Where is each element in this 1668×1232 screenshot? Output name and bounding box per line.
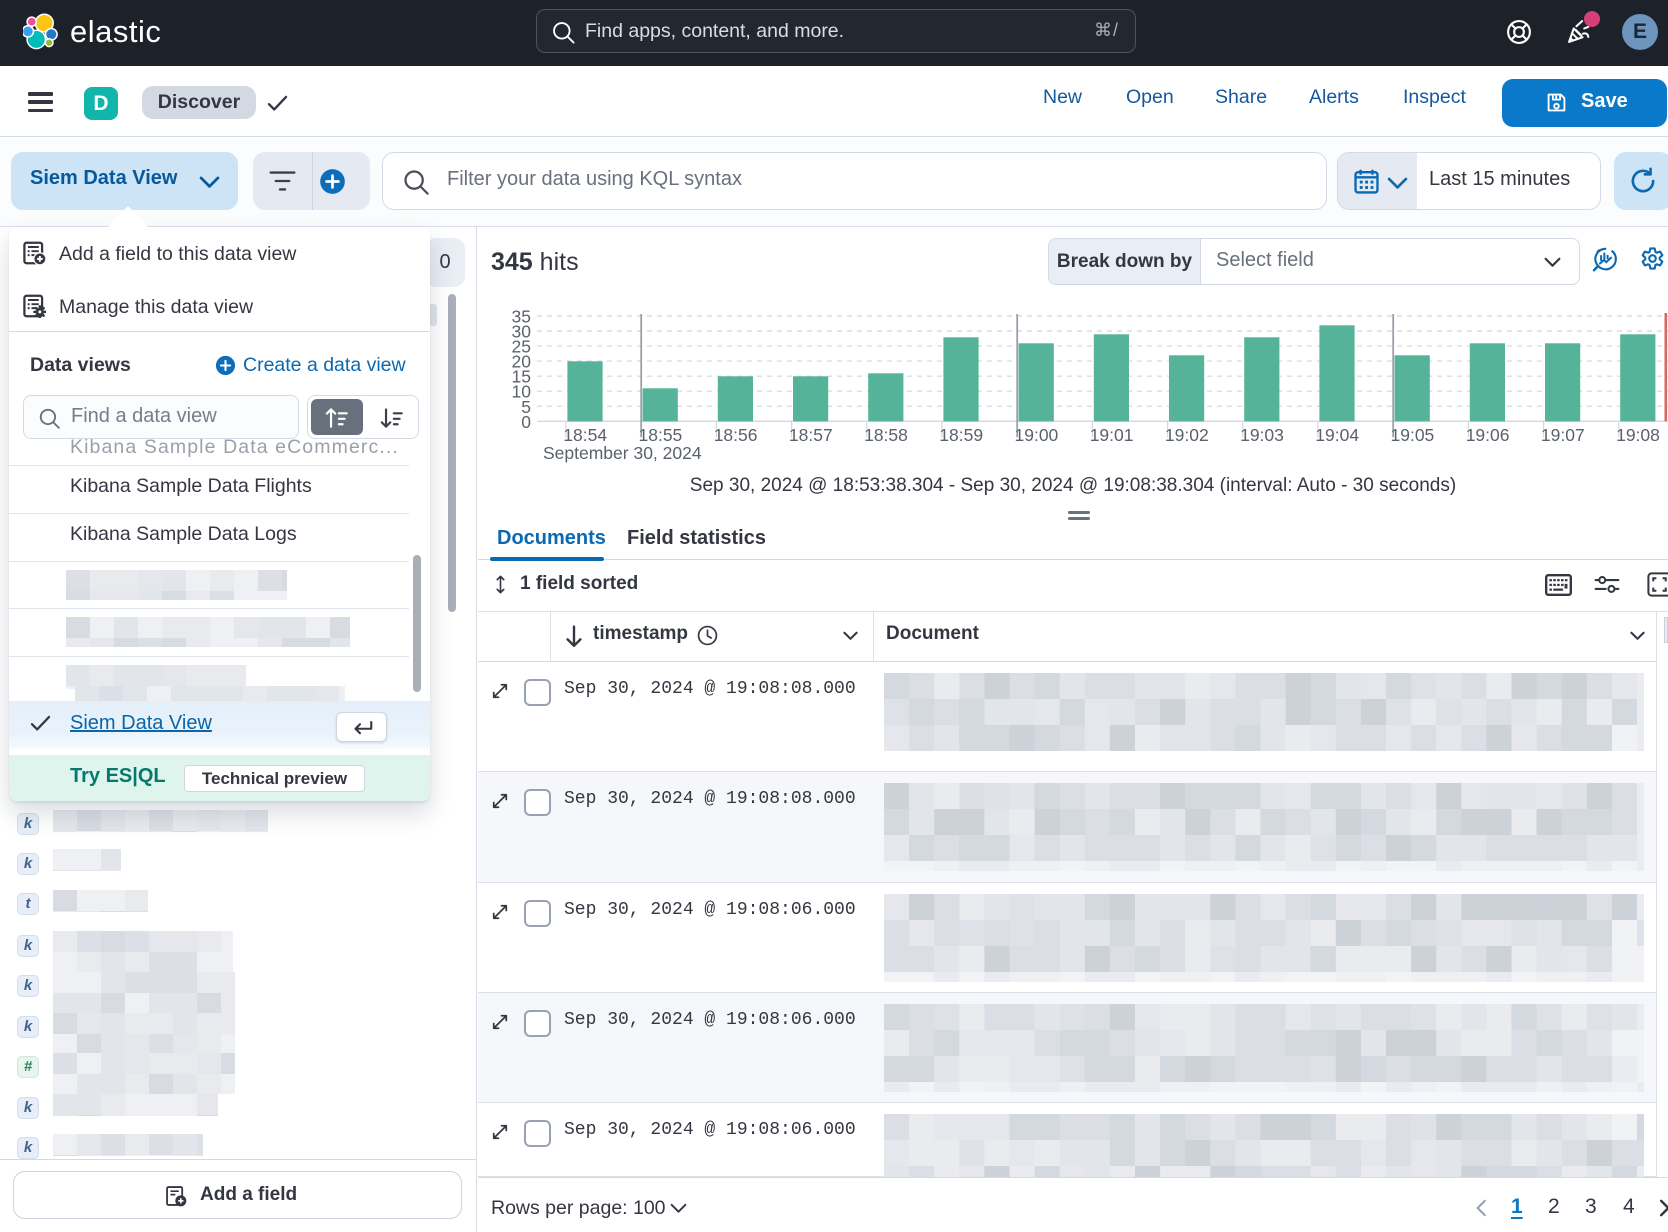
svg-text:19:03: 19:03 [1240,425,1284,445]
svg-text:19:04: 19:04 [1315,425,1359,445]
svg-text:19:07: 19:07 [1541,425,1585,445]
svg-text:18:57: 18:57 [789,425,833,445]
svg-text:35: 35 [512,307,531,327]
svg-text:18:56: 18:56 [714,425,758,445]
svg-text:18:59: 18:59 [939,425,983,445]
svg-text:19:05: 19:05 [1391,425,1435,445]
svg-text:19:00: 19:00 [1015,425,1059,445]
svg-text:18:55: 18:55 [639,425,683,445]
svg-text:18:54: 18:54 [563,425,607,445]
svg-text:19:06: 19:06 [1466,425,1510,445]
svg-text:September 30, 2024: September 30, 2024 [543,443,702,463]
svg-text:19:02: 19:02 [1165,425,1209,445]
svg-text:18:58: 18:58 [864,425,908,445]
svg-text:19:08: 19:08 [1616,425,1660,445]
svg-text:19:01: 19:01 [1090,425,1134,445]
